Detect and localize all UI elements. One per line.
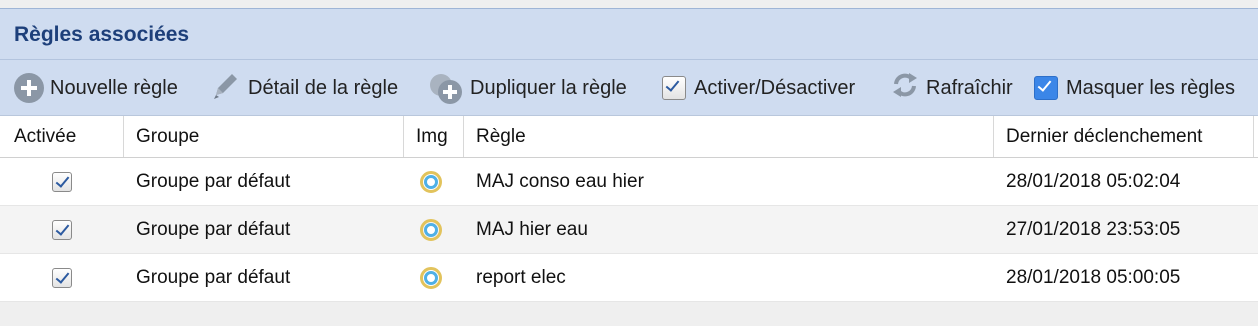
new-rule-label: Nouvelle règle bbox=[50, 76, 178, 99]
table-row[interactable]: Groupe par défaut MAJ hier eau 27/01/201… bbox=[0, 206, 1258, 254]
duplicate-icon bbox=[430, 72, 464, 104]
pencil-icon bbox=[210, 69, 242, 107]
row-last-trigger: 28/01/2018 05:02:04 bbox=[1006, 171, 1181, 192]
ring-icon bbox=[420, 171, 442, 193]
row-last-trigger: 28/01/2018 05:00:05 bbox=[1006, 267, 1181, 288]
rule-detail-button[interactable]: Détail de la règle bbox=[210, 72, 398, 104]
row-group: Groupe par défaut bbox=[136, 267, 291, 288]
row-rule: report elec bbox=[476, 267, 566, 288]
panel-title: Règles associées bbox=[14, 23, 190, 46]
refresh-label: Rafraîchir bbox=[926, 76, 1013, 99]
associated-rules-panel: Règles associées Nouvelle règle Détail d… bbox=[0, 0, 1258, 326]
new-rule-button[interactable]: Nouvelle règle bbox=[14, 72, 178, 104]
row-group: Groupe par défaut bbox=[136, 171, 291, 192]
column-header-rule[interactable]: Règle bbox=[464, 116, 994, 157]
row-last-trigger: 27/01/2018 23:53:05 bbox=[1006, 219, 1181, 240]
toggle-activation-button[interactable]: Activer/Désactiver bbox=[662, 72, 855, 104]
column-header-last-trigger[interactable]: Dernier déclenchement bbox=[994, 116, 1254, 157]
panel-header: Règles associées bbox=[0, 8, 1258, 60]
rules-table: Activée Groupe Img Règle Dernier déclenc… bbox=[0, 116, 1258, 302]
ring-icon bbox=[420, 267, 442, 289]
row-active-checkbox[interactable] bbox=[52, 172, 72, 192]
row-rule: MAJ conso eau hier bbox=[476, 171, 644, 192]
checkbox-icon bbox=[662, 76, 686, 100]
column-header-img[interactable]: Img bbox=[404, 116, 464, 157]
table-row[interactable]: Groupe par défaut report elec 28/01/2018… bbox=[0, 254, 1258, 302]
table-row[interactable]: Groupe par défaut MAJ conso eau hier 28/… bbox=[0, 158, 1258, 206]
refresh-button[interactable]: Rafraîchir bbox=[890, 72, 1013, 104]
hide-rules-toggle[interactable]: Masquer les règles bbox=[1034, 72, 1235, 104]
rules-toolbar: Nouvelle règle Détail de la règle Dupliq… bbox=[0, 60, 1258, 116]
refresh-icon bbox=[890, 70, 920, 106]
row-active-checkbox[interactable] bbox=[52, 220, 72, 240]
column-header-group[interactable]: Groupe bbox=[124, 116, 404, 157]
column-header-active[interactable]: Activée bbox=[0, 116, 124, 157]
plus-circle-icon bbox=[14, 73, 44, 103]
row-active-checkbox[interactable] bbox=[52, 268, 72, 288]
row-group: Groupe par défaut bbox=[136, 219, 291, 240]
duplicate-rule-button[interactable]: Dupliquer la règle bbox=[430, 72, 627, 104]
ring-icon bbox=[420, 219, 442, 241]
toggle-activation-label: Activer/Désactiver bbox=[694, 76, 856, 99]
checked-checkbox-icon[interactable] bbox=[1034, 76, 1058, 100]
table-header: Activée Groupe Img Règle Dernier déclenc… bbox=[0, 116, 1258, 158]
rule-detail-label: Détail de la règle bbox=[248, 76, 399, 99]
duplicate-rule-label: Dupliquer la règle bbox=[470, 76, 627, 99]
row-rule: MAJ hier eau bbox=[476, 219, 588, 240]
hide-rules-label: Masquer les règles bbox=[1066, 76, 1235, 99]
